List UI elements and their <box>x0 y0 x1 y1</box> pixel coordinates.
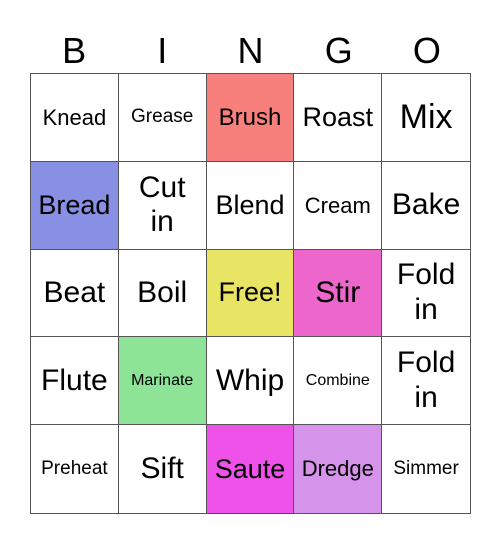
bingo-cell[interactable]: Mix <box>382 74 470 162</box>
bingo-cell[interactable]: Blend <box>206 161 295 250</box>
bingo-cell[interactable]: Combine <box>294 337 383 426</box>
bingo-cell[interactable]: Saute <box>206 425 295 513</box>
bingo-cell[interactable]: Bake <box>382 161 470 250</box>
bingo-cell[interactable]: Knead <box>31 74 119 162</box>
bingo-cell[interactable]: Dredge <box>294 425 383 513</box>
bingo-cell[interactable]: Free! <box>206 249 295 338</box>
bingo-cell[interactable]: Beat <box>31 249 119 338</box>
header-letter-n: N <box>237 30 264 71</box>
bingo-cell[interactable]: Fold in <box>382 249 470 338</box>
bingo-cell[interactable]: Marinate <box>118 337 207 426</box>
bingo-cell[interactable]: Cut in <box>118 161 207 250</box>
bingo-cell[interactable]: Brush <box>206 74 295 162</box>
bingo-grid: Knead Grease Brush Roast Mix Bread Cut in Blend… <box>30 73 471 514</box>
bingo-cell[interactable]: Whip <box>206 337 295 426</box>
bingo-cell[interactable]: Grease <box>118 74 207 162</box>
bingo-cell[interactable]: Bread <box>31 161 119 250</box>
bingo-header: B I N G O <box>30 28 471 73</box>
bingo-cell[interactable]: Cream <box>294 161 383 250</box>
bingo-cell[interactable]: Flute <box>31 337 119 426</box>
bingo-cell[interactable]: Roast <box>294 74 383 162</box>
header-letter-i: I <box>157 30 168 71</box>
bingo-cell[interactable]: Fold in <box>382 337 470 426</box>
header-letter-g: G <box>324 30 353 71</box>
header-letter-o: O <box>412 30 441 71</box>
bingo-cell[interactable]: Boil <box>118 249 207 338</box>
bingo-cell[interactable]: Stir <box>294 249 383 338</box>
header-letter-b: B <box>62 30 87 71</box>
bingo-cell[interactable]: Sift <box>118 425 207 513</box>
bingo-cell[interactable]: Simmer <box>382 425 470 513</box>
bingo-cell[interactable]: Preheat <box>31 425 119 513</box>
